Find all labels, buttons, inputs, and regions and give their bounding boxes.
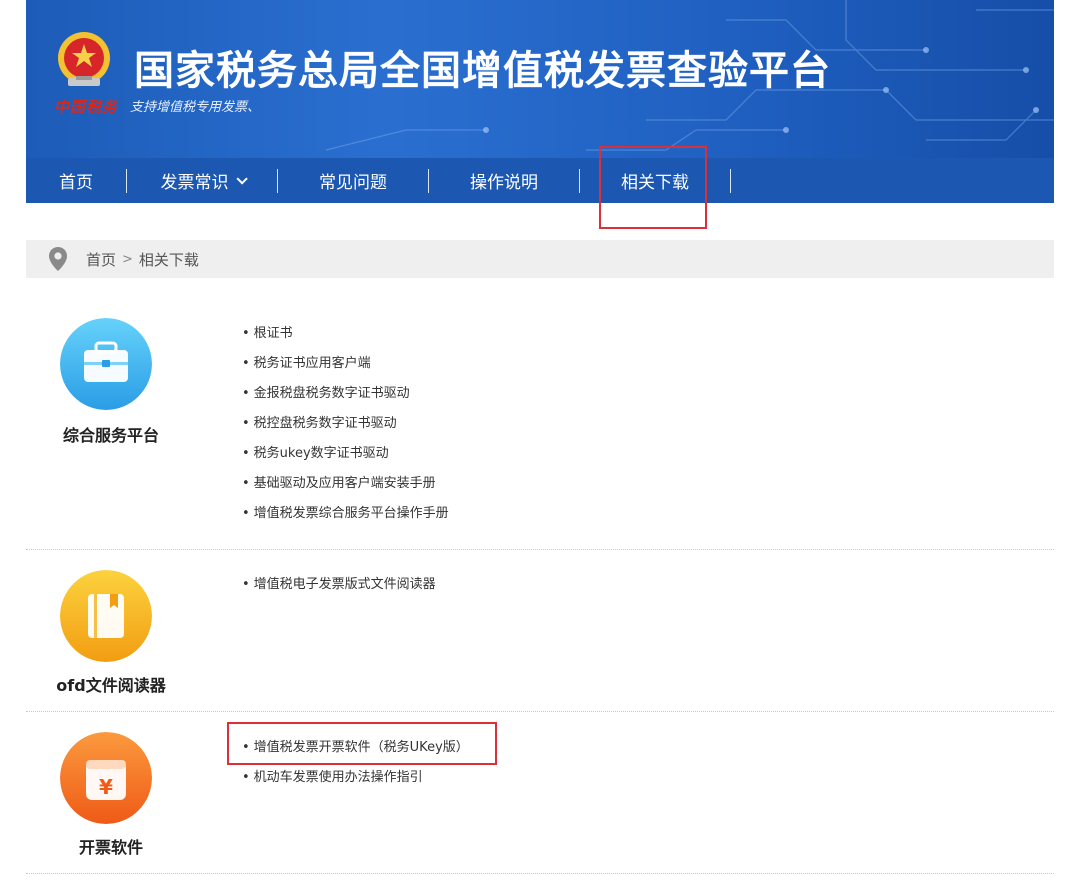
main-nav: 首页 发票常识 常见问题 操作说明 相关下载 bbox=[26, 158, 1054, 203]
download-link[interactable]: 金报税盘税务数字证书驱动 bbox=[242, 384, 449, 414]
national-emblem-icon bbox=[58, 32, 110, 86]
nav-item-label: 发票常识 bbox=[160, 173, 229, 193]
nav-item-label: 相关下载 bbox=[621, 173, 689, 193]
section-title: 开票软件 bbox=[78, 838, 143, 857]
section-ofd-reader: ofd文件阅读器 增值税电子发票版式文件阅读器 bbox=[26, 550, 1054, 712]
book-icon bbox=[60, 570, 152, 662]
section-invoicing-software: ¥ 开票软件 增值税发票开票软件（税务UKey版） 机动车发票使用办法操作指引 bbox=[26, 712, 1054, 874]
download-link[interactable]: 基础驱动及应用客户端安装手册 bbox=[242, 474, 449, 504]
nav-item-label: 首页 bbox=[59, 173, 93, 193]
breadcrumb-current: 相关下载 bbox=[138, 250, 199, 269]
download-list: 根证书 税务证书应用客户端 金报税盘税务数字证书驱动 税控盘税务数字证书驱动 税… bbox=[242, 324, 449, 534]
download-link[interactable]: 机动车发票使用办法操作指引 bbox=[242, 768, 469, 798]
breadcrumb-home-link[interactable]: 首页 bbox=[86, 249, 116, 270]
breadcrumb: 首页 > 相关下载 bbox=[26, 240, 1054, 278]
nav-item-downloads[interactable]: 相关下载 bbox=[580, 158, 730, 203]
nav-item-faq[interactable]: 常见问题 bbox=[278, 158, 428, 203]
download-link[interactable]: 税务ukey数字证书驱动 bbox=[242, 444, 449, 474]
seal-text: 中国税务 bbox=[54, 98, 119, 116]
site-title: 国家税务总局全国增值税发票查验平台 bbox=[134, 48, 831, 94]
site-banner: 中国税务 国家税务总局全国增值税发票查验平台 支持增值税专用发票、 bbox=[26, 0, 1054, 158]
briefcase-icon bbox=[60, 318, 152, 410]
nav-divider bbox=[730, 168, 731, 193]
download-list: 增值税电子发票版式文件阅读器 bbox=[242, 575, 436, 605]
nav-item-home[interactable]: 首页 bbox=[26, 158, 126, 203]
download-link[interactable]: 增值税发票综合服务平台操作手册 bbox=[242, 504, 449, 534]
nav-item-label: 常见问题 bbox=[319, 173, 387, 193]
nav-item-instructions[interactable]: 操作说明 bbox=[429, 158, 579, 203]
download-link[interactable]: 税控盘税务数字证书驱动 bbox=[242, 414, 449, 444]
invoice-box-icon: ¥ bbox=[60, 732, 152, 824]
section-title: 综合服务平台 bbox=[62, 426, 159, 445]
section-divider bbox=[26, 873, 1054, 874]
section-service-platform: 综合服务平台 根证书 税务证书应用客户端 金报税盘税务数字证书驱动 税控盘税务数… bbox=[26, 300, 1054, 550]
download-list: 增值税发票开票软件（税务UKey版） 机动车发票使用办法操作指引 bbox=[242, 738, 469, 798]
location-pin-icon bbox=[49, 247, 67, 271]
nav-item-label: 操作说明 bbox=[470, 173, 538, 193]
site-subtitle: 支持增值税专用发票、 bbox=[130, 100, 261, 115]
download-link[interactable]: 根证书 bbox=[242, 324, 449, 354]
breadcrumb-separator: > bbox=[122, 251, 133, 267]
chevron-down-icon bbox=[235, 172, 248, 185]
nav-item-invoice-knowledge[interactable]: 发票常识 bbox=[127, 158, 277, 203]
download-link[interactable]: 增值税电子发票版式文件阅读器 bbox=[242, 575, 436, 605]
svg-text:¥: ¥ bbox=[99, 775, 113, 799]
download-link[interactable]: 增值税发票开票软件（税务UKey版） bbox=[242, 738, 469, 768]
download-link[interactable]: 税务证书应用客户端 bbox=[242, 354, 449, 384]
section-title: ofd文件阅读器 bbox=[56, 676, 166, 695]
